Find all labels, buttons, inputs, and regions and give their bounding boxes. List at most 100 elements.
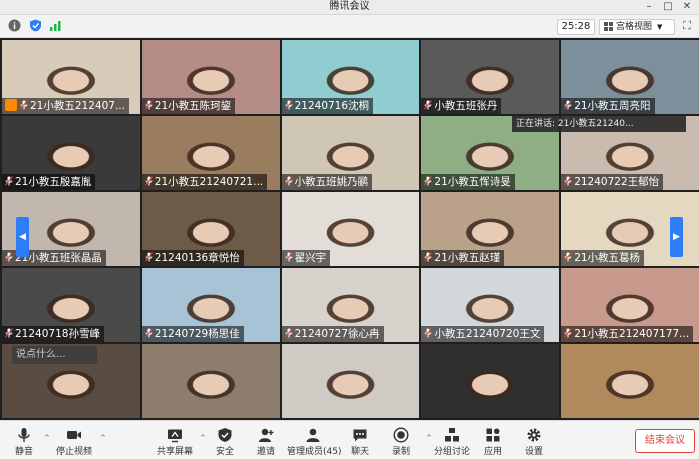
- participant-tile[interactable]: 21小教五212407177...: [561, 268, 699, 342]
- stopvideo-label: 停止视频: [55, 447, 92, 457]
- participant-name-label: 21240136章悦怡: [141, 250, 244, 266]
- participant-tile[interactable]: 21240727徐心冉: [281, 268, 420, 342]
- mute-button[interactable]: 静音: [0, 421, 50, 459]
- info-icon[interactable]: [8, 19, 21, 32]
- mic-muted-icon: [20, 100, 28, 110]
- participant-name-label: 21240716沈桐: [281, 98, 374, 114]
- settings-label: 设置: [524, 447, 543, 457]
- minimize-button[interactable]: –: [640, 0, 658, 14]
- maximize-button[interactable]: □: [659, 0, 677, 14]
- participant-name-label: 小教五21240720王文: [421, 326, 545, 342]
- participant-name: 21240722王郁怡: [574, 176, 660, 188]
- invite-button[interactable]: 邀请: [240, 421, 292, 459]
- participant-tile[interactable]: 小教五班姚乃鹂: [281, 116, 420, 190]
- view-mode-label: 宫格视图: [616, 22, 653, 32]
- bottom-toolbar: 静音 停止视频 共享屏幕 安全 邀请 管理成员(45) 聊天 录制 分组讨论 应用 设置 ^ ^ ^ ^ 结束…: [0, 420, 699, 459]
- participant-name-label: 21小教五赵瑾: [421, 250, 505, 266]
- chat-icon: [353, 429, 367, 442]
- participant-tile[interactable]: [141, 344, 280, 418]
- options-caret-icon[interactable]: ^: [200, 434, 206, 442]
- mic-muted-icon: [144, 176, 153, 186]
- participant-name: 21240727徐心冉: [294, 328, 380, 340]
- mic-muted-icon: [5, 252, 13, 262]
- participant-name: 21小教五殷嘉胤: [15, 176, 92, 188]
- participant-tile[interactable]: [421, 344, 560, 418]
- participant-name-label: 21小教五葛杨: [561, 250, 645, 266]
- mic-muted-icon: [564, 176, 573, 186]
- shield-icon[interactable]: [29, 19, 42, 32]
- stopvideo-button[interactable]: 停止视频: [48, 421, 100, 459]
- participant-name: 21小教五21240721...: [154, 176, 264, 188]
- participant-name: 21小教五周亮阳: [574, 100, 651, 112]
- chat-input-bubble[interactable]: 说点什么...: [12, 346, 97, 364]
- close-button[interactable]: ✕: [678, 0, 696, 14]
- participant-tile[interactable]: 21240729杨思佳: [141, 268, 280, 342]
- mic-muted-icon: [564, 100, 573, 110]
- participant-tile[interactable]: 翟兴宇: [281, 192, 420, 266]
- video-grid: 21小教五212407... 21小教五陈珂鋆 21240716沈桐 小教五班张丹 21…: [2, 40, 699, 418]
- participant-tile[interactable]: [561, 344, 699, 418]
- participant-name-label: 21小教五212407177...: [561, 326, 694, 342]
- participant-name: 小教五班张丹: [434, 100, 498, 112]
- chevron-down-icon: ▼: [657, 23, 663, 31]
- members-button[interactable]: 管理成员(45): [287, 421, 342, 459]
- participant-name-label: 小教五班姚乃鹂: [281, 174, 373, 190]
- participant-tile[interactable]: 21小教五212407...: [2, 40, 140, 114]
- participant-tile[interactable]: 21小教五周亮阳: [561, 40, 699, 114]
- participant-name: 21小教五赵瑾: [434, 252, 501, 264]
- participant-tile[interactable]: 21240716沈桐: [281, 40, 420, 114]
- participant-tile[interactable]: 21240136章悦怡: [141, 192, 280, 266]
- top-toolbar: 25:28 宫格视图 ▼ ⛶: [0, 15, 699, 38]
- participant-name: 21小教五陈珂鋆: [154, 100, 232, 112]
- mic-muted-icon: [144, 252, 153, 262]
- end-meeting-button[interactable]: 结束会议: [635, 429, 695, 453]
- participant-name-label: 翟兴宇: [281, 250, 331, 266]
- options-caret-icon[interactable]: ^: [426, 434, 432, 442]
- participant-tile[interactable]: 21240718孙雪峰: [2, 268, 140, 342]
- participant-tile[interactable]: 21小教五陈珂鋆: [141, 40, 280, 114]
- host-badge-icon: [5, 99, 17, 111]
- participant-name-label: 21小教五恽诗旻: [421, 174, 515, 190]
- options-caret-icon[interactable]: ^: [44, 434, 50, 442]
- mic-muted-icon: [284, 328, 293, 338]
- participant-name: 21240716沈桐: [294, 100, 370, 112]
- record-label: 录制: [391, 447, 410, 457]
- gear-icon: [527, 428, 541, 442]
- settings-button[interactable]: 设置: [508, 421, 560, 459]
- mic-muted-icon: [424, 100, 433, 110]
- participant-tile[interactable]: 21小教五21240721...: [141, 116, 280, 190]
- mute-label: 静音: [14, 447, 33, 457]
- shield-icon: [218, 428, 232, 442]
- view-mode-dropdown[interactable]: 宫格视图 ▼: [599, 19, 675, 35]
- participant-tile[interactable]: [281, 344, 420, 418]
- participant-name: 21小教五212407177...: [574, 328, 690, 340]
- next-page-icon[interactable]: ▶: [670, 217, 683, 257]
- participant-name: 21240718孙雪峰: [15, 328, 100, 340]
- participant-name-label: 21小教五殷嘉胤: [2, 174, 96, 190]
- mic-muted-icon: [564, 328, 573, 338]
- signal-icon[interactable]: [49, 19, 62, 32]
- mic-muted-icon: [284, 100, 293, 110]
- participant-tile[interactable]: 21小教五赵瑾: [421, 192, 560, 266]
- participant-tile[interactable]: 小教五班张丹: [421, 40, 560, 114]
- participant-tile[interactable]: 21小教五殷嘉胤: [2, 116, 140, 190]
- mic-muted-icon: [284, 252, 293, 262]
- participant-name-label: 21240729杨思佳: [141, 326, 244, 342]
- mic-muted-icon: [424, 328, 433, 338]
- apps-icon: [486, 428, 500, 442]
- members-icon: [306, 428, 320, 442]
- share-screen-icon: [168, 429, 182, 443]
- participant-tile[interactable]: 小教五21240720王文: [421, 268, 560, 342]
- fullscreen-icon[interactable]: ⛶: [680, 19, 694, 33]
- options-caret-icon[interactable]: ^: [100, 434, 106, 442]
- window-title: 腾讯会议: [329, 1, 370, 12]
- participant-name: 21小教五葛杨: [574, 252, 641, 264]
- participant-name-label: 21小教五21240721...: [141, 174, 268, 190]
- members-label: 管理成员(45): [287, 447, 342, 457]
- breakout-icon: [445, 428, 459, 442]
- prev-page-icon[interactable]: ◀: [16, 217, 29, 257]
- participant-name: 翟兴宇: [294, 252, 327, 264]
- share-button[interactable]: 共享屏幕: [149, 421, 201, 459]
- record-button[interactable]: 录制: [375, 421, 427, 459]
- participant-name-label: 21小教五周亮阳: [561, 98, 655, 114]
